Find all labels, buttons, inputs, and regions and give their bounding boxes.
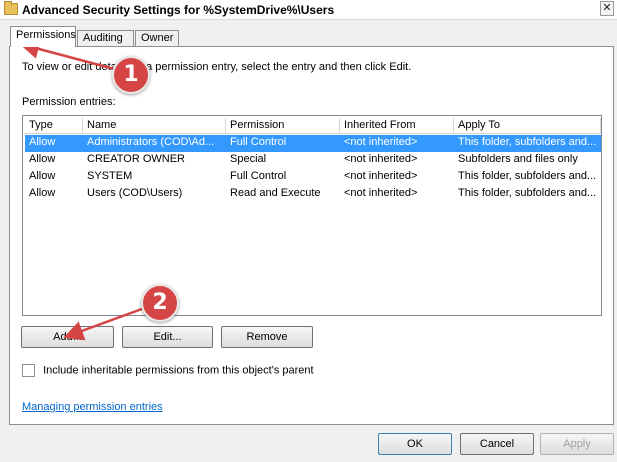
table-row[interactable]: Allow Users (COD\Users) Read and Execute… [25, 186, 601, 203]
tab-owner[interactable]: Owner [135, 30, 179, 47]
managing-permission-entries-link[interactable]: Managing permission entries [22, 401, 163, 413]
cell-permission: Full Control [230, 170, 287, 182]
column-header-permission[interactable]: Permission [226, 118, 340, 134]
apply-button: Apply [540, 433, 614, 455]
column-header-apply-to[interactable]: Apply To [454, 118, 601, 134]
remove-button[interactable]: Remove [221, 326, 313, 348]
cell-type: Allow [29, 136, 56, 148]
close-button[interactable]: ✕ [600, 1, 614, 16]
cell-permission: Read and Execute [230, 187, 321, 199]
instruction-text: To view or edit details for a permission… [22, 61, 412, 73]
cell-apply-to: This folder, subfolders and... [458, 170, 597, 182]
table-row[interactable]: Allow CREATOR OWNER Special <not inherit… [25, 152, 601, 169]
list-header: Type Name Permission Inherited From Appl… [25, 118, 601, 134]
cell-name: SYSTEM [87, 170, 133, 182]
cell-type: Allow [29, 170, 56, 182]
window-title: Advanced Security Settings for %SystemDr… [22, 3, 335, 17]
cell-apply-to: This folder, subfolders and... [458, 136, 597, 148]
edit-button[interactable]: Edit... [122, 326, 213, 348]
table-row[interactable]: Allow Administrators (COD\Ad... Full Con… [25, 135, 601, 152]
tab-permissions[interactable]: Permissions [10, 26, 76, 47]
cell-name: Administrators (COD\Ad... [87, 136, 215, 148]
permission-entries-label: Permission entries: [22, 96, 116, 108]
cell-inherited-from: <not inherited> [344, 153, 418, 165]
column-header-name[interactable]: Name [83, 118, 226, 134]
cell-apply-to: Subfolders and files only [458, 153, 578, 165]
cell-permission: Full Control [230, 136, 287, 148]
cell-inherited-from: <not inherited> [344, 170, 418, 182]
add-button[interactable]: Add... [21, 326, 114, 348]
column-header-type[interactable]: Type [25, 118, 83, 134]
close-icon: ✕ [602, 2, 612, 14]
annotation-badge-2: 2 [141, 284, 179, 322]
cell-inherited-from: <not inherited> [344, 136, 418, 148]
annotation-badge-1: 1 [112, 56, 150, 94]
tab-auditing[interactable]: Auditing [77, 30, 134, 47]
cell-type: Allow [29, 187, 56, 199]
include-inheritable-option: Include inheritable permissions from thi… [22, 364, 314, 377]
cell-permission: Special [230, 153, 267, 165]
table-row[interactable]: Allow SYSTEM Full Control <not inherited… [25, 169, 601, 186]
title-bar: Advanced Security Settings for %SystemDr… [0, 0, 617, 20]
cancel-button[interactable]: Cancel [460, 433, 534, 455]
cell-inherited-from: <not inherited> [344, 187, 418, 199]
cell-apply-to: This folder, subfolders and... [458, 187, 597, 199]
permission-entries-list[interactable]: Type Name Permission Inherited From Appl… [22, 115, 602, 316]
ok-button[interactable]: OK [378, 433, 452, 455]
cell-name: CREATOR OWNER [87, 153, 185, 165]
cell-type: Allow [29, 153, 56, 165]
cell-name: Users (COD\Users) [87, 187, 183, 199]
folder-icon [4, 1, 18, 15]
column-header-inherited-from[interactable]: Inherited From [340, 118, 454, 134]
include-inheritable-label[interactable]: Include inheritable permissions from thi… [43, 365, 314, 377]
include-inheritable-checkbox[interactable] [22, 364, 35, 377]
